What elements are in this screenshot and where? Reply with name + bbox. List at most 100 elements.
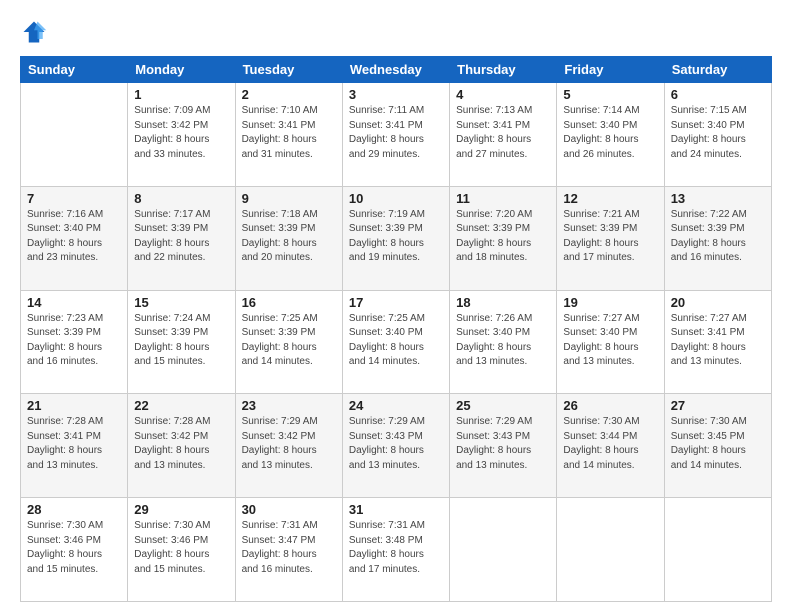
day-number: 25 bbox=[456, 398, 550, 413]
calendar-cell: 30 Sunrise: 7:31 AMSunset: 3:47 PMDayligh… bbox=[235, 498, 342, 602]
calendar-cell: 7 Sunrise: 7:16 AMSunset: 3:40 PMDaylight… bbox=[21, 186, 128, 290]
calendar-cell: 3 Sunrise: 7:11 AMSunset: 3:41 PMDaylight… bbox=[342, 83, 449, 187]
calendar-cell: 8 Sunrise: 7:17 AMSunset: 3:39 PMDaylight… bbox=[128, 186, 235, 290]
day-number: 29 bbox=[134, 502, 228, 517]
day-number: 28 bbox=[27, 502, 121, 517]
calendar-cell: 22 Sunrise: 7:28 AMSunset: 3:42 PMDayligh… bbox=[128, 394, 235, 498]
calendar-cell: 26 Sunrise: 7:30 AMSunset: 3:44 PMDayligh… bbox=[557, 394, 664, 498]
day-number: 27 bbox=[671, 398, 765, 413]
calendar-cell bbox=[557, 498, 664, 602]
calendar-cell: 28 Sunrise: 7:30 AMSunset: 3:46 PMDayligh… bbox=[21, 498, 128, 602]
day-info: Sunrise: 7:30 AMSunset: 3:44 PMDaylight:… bbox=[563, 415, 657, 473]
calendar-cell bbox=[664, 498, 771, 602]
day-number: 26 bbox=[563, 398, 657, 413]
calendar-week-row: 14 Sunrise: 7:23 AMSunset: 3:39 PMDayligh… bbox=[21, 290, 772, 394]
calendar-cell: 31Sunrise: 7:31 AMSunset: 3:48 PMDayligh… bbox=[342, 498, 449, 602]
calendar-cell: 21 Sunrise: 7:28 AMSunset: 3:41 PMDayligh… bbox=[21, 394, 128, 498]
day-info: Sunrise: 7:23 AMSunset: 3:39 PMDaylight:… bbox=[27, 312, 121, 370]
day-number: 22 bbox=[134, 398, 228, 413]
day-info: Sunrise: 7:25 AMSunset: 3:39 PMDaylight:… bbox=[242, 312, 336, 370]
day-number: 2 bbox=[242, 87, 336, 102]
day-number: 7 bbox=[27, 191, 121, 206]
calendar-cell: 25 Sunrise: 7:29 AMSunset: 3:43 PMDayligh… bbox=[450, 394, 557, 498]
calendar-cell: 16 Sunrise: 7:25 AMSunset: 3:39 PMDayligh… bbox=[235, 290, 342, 394]
day-info: Sunrise: 7:28 AMSunset: 3:41 PMDaylight:… bbox=[27, 415, 121, 473]
calendar-cell: 14 Sunrise: 7:23 AMSunset: 3:39 PMDayligh… bbox=[21, 290, 128, 394]
day-number: 9 bbox=[242, 191, 336, 206]
day-info: Sunrise: 7:09 AMSunset: 3:42 PMDaylight:… bbox=[134, 104, 228, 162]
day-info: Sunrise: 7:19 AMSunset: 3:39 PMDaylight:… bbox=[349, 208, 443, 266]
day-info: Sunrise: 7:21 AMSunset: 3:39 PMDaylight:… bbox=[563, 208, 657, 266]
day-number: 20 bbox=[671, 295, 765, 310]
day-info: Sunrise: 7:14 AMSunset: 3:40 PMDaylight:… bbox=[563, 104, 657, 162]
weekday-header: Tuesday bbox=[235, 57, 342, 83]
day-info: Sunrise: 7:30 AMSunset: 3:45 PMDaylight:… bbox=[671, 415, 765, 473]
day-number: 23 bbox=[242, 398, 336, 413]
day-number: 8 bbox=[134, 191, 228, 206]
calendar-table: SundayMondayTuesdayWednesdayThursdayFrid… bbox=[20, 56, 772, 602]
day-info: Sunrise: 7:15 AMSunset: 3:40 PMDaylight:… bbox=[671, 104, 765, 162]
day-info: Sunrise: 7:11 AMSunset: 3:41 PMDaylight:… bbox=[349, 104, 443, 162]
header bbox=[20, 18, 772, 46]
day-info: Sunrise: 7:16 AMSunset: 3:40 PMDaylight:… bbox=[27, 208, 121, 266]
day-info: Sunrise: 7:31 AMSunset: 3:47 PMDaylight:… bbox=[242, 519, 336, 577]
calendar-cell: 2 Sunrise: 7:10 AMSunset: 3:41 PMDaylight… bbox=[235, 83, 342, 187]
day-number: 1 bbox=[134, 87, 228, 102]
day-number: 18 bbox=[456, 295, 550, 310]
day-number: 21 bbox=[27, 398, 121, 413]
day-info: Sunrise: 7:22 AMSunset: 3:39 PMDaylight:… bbox=[671, 208, 765, 266]
day-info: Sunrise: 7:27 AMSunset: 3:41 PMDaylight:… bbox=[671, 312, 765, 370]
day-info: Sunrise: 7:20 AMSunset: 3:39 PMDaylight:… bbox=[456, 208, 550, 266]
day-number: 6 bbox=[671, 87, 765, 102]
calendar-cell: 12 Sunrise: 7:21 AMSunset: 3:39 PMDayligh… bbox=[557, 186, 664, 290]
day-info: Sunrise: 7:30 AMSunset: 3:46 PMDaylight:… bbox=[27, 519, 121, 577]
day-info: Sunrise: 7:10 AMSunset: 3:41 PMDaylight:… bbox=[242, 104, 336, 162]
calendar-cell: 20 Sunrise: 7:27 AMSunset: 3:41 PMDayligh… bbox=[664, 290, 771, 394]
weekday-header: Thursday bbox=[450, 57, 557, 83]
calendar-cell: 23 Sunrise: 7:29 AMSunset: 3:42 PMDayligh… bbox=[235, 394, 342, 498]
day-info: Sunrise: 7:17 AMSunset: 3:39 PMDaylight:… bbox=[134, 208, 228, 266]
weekday-header: Friday bbox=[557, 57, 664, 83]
weekday-header: Monday bbox=[128, 57, 235, 83]
day-number: 30 bbox=[242, 502, 336, 517]
day-number: 3 bbox=[349, 87, 443, 102]
day-info: Sunrise: 7:30 AMSunset: 3:46 PMDaylight:… bbox=[134, 519, 228, 577]
calendar-cell: 13Sunrise: 7:22 AMSunset: 3:39 PMDayligh… bbox=[664, 186, 771, 290]
day-info: Sunrise: 7:25 AMSunset: 3:40 PMDaylight:… bbox=[349, 312, 443, 370]
calendar-cell: 17Sunrise: 7:25 AMSunset: 3:40 PMDayligh… bbox=[342, 290, 449, 394]
calendar-week-row: 21 Sunrise: 7:28 AMSunset: 3:41 PMDayligh… bbox=[21, 394, 772, 498]
calendar-cell: 19Sunrise: 7:27 AMSunset: 3:40 PMDayligh… bbox=[557, 290, 664, 394]
day-number: 14 bbox=[27, 295, 121, 310]
calendar-header-row: SundayMondayTuesdayWednesdayThursdayFrid… bbox=[21, 57, 772, 83]
logo bbox=[20, 18, 52, 46]
weekday-header: Sunday bbox=[21, 57, 128, 83]
calendar-week-row: 7 Sunrise: 7:16 AMSunset: 3:40 PMDaylight… bbox=[21, 186, 772, 290]
day-info: Sunrise: 7:26 AMSunset: 3:40 PMDaylight:… bbox=[456, 312, 550, 370]
calendar-week-row: 1 Sunrise: 7:09 AMSunset: 3:42 PMDaylight… bbox=[21, 83, 772, 187]
day-info: Sunrise: 7:24 AMSunset: 3:39 PMDaylight:… bbox=[134, 312, 228, 370]
day-info: Sunrise: 7:29 AMSunset: 3:42 PMDaylight:… bbox=[242, 415, 336, 473]
calendar-cell: 27 Sunrise: 7:30 AMSunset: 3:45 PMDayligh… bbox=[664, 394, 771, 498]
day-number: 5 bbox=[563, 87, 657, 102]
calendar-cell: 5 Sunrise: 7:14 AMSunset: 3:40 PMDaylight… bbox=[557, 83, 664, 187]
calendar-cell: 9 Sunrise: 7:18 AMSunset: 3:39 PMDaylight… bbox=[235, 186, 342, 290]
calendar-cell: 18 Sunrise: 7:26 AMSunset: 3:40 PMDayligh… bbox=[450, 290, 557, 394]
logo-icon bbox=[20, 18, 48, 46]
weekday-header: Wednesday bbox=[342, 57, 449, 83]
day-number: 12 bbox=[563, 191, 657, 206]
calendar-cell: 6 Sunrise: 7:15 AMSunset: 3:40 PMDaylight… bbox=[664, 83, 771, 187]
day-number: 4 bbox=[456, 87, 550, 102]
day-info: Sunrise: 7:18 AMSunset: 3:39 PMDaylight:… bbox=[242, 208, 336, 266]
calendar-cell: 29 Sunrise: 7:30 AMSunset: 3:46 PMDayligh… bbox=[128, 498, 235, 602]
calendar-cell bbox=[21, 83, 128, 187]
day-info: Sunrise: 7:13 AMSunset: 3:41 PMDaylight:… bbox=[456, 104, 550, 162]
calendar-cell: 11Sunrise: 7:20 AMSunset: 3:39 PMDayligh… bbox=[450, 186, 557, 290]
day-info: Sunrise: 7:29 AMSunset: 3:43 PMDaylight:… bbox=[349, 415, 443, 473]
day-number: 15 bbox=[134, 295, 228, 310]
day-number: 16 bbox=[242, 295, 336, 310]
calendar-cell bbox=[450, 498, 557, 602]
day-info: Sunrise: 7:28 AMSunset: 3:42 PMDaylight:… bbox=[134, 415, 228, 473]
day-number: 31 bbox=[349, 502, 443, 517]
calendar-cell: 15 Sunrise: 7:24 AMSunset: 3:39 PMDayligh… bbox=[128, 290, 235, 394]
day-info: Sunrise: 7:29 AMSunset: 3:43 PMDaylight:… bbox=[456, 415, 550, 473]
